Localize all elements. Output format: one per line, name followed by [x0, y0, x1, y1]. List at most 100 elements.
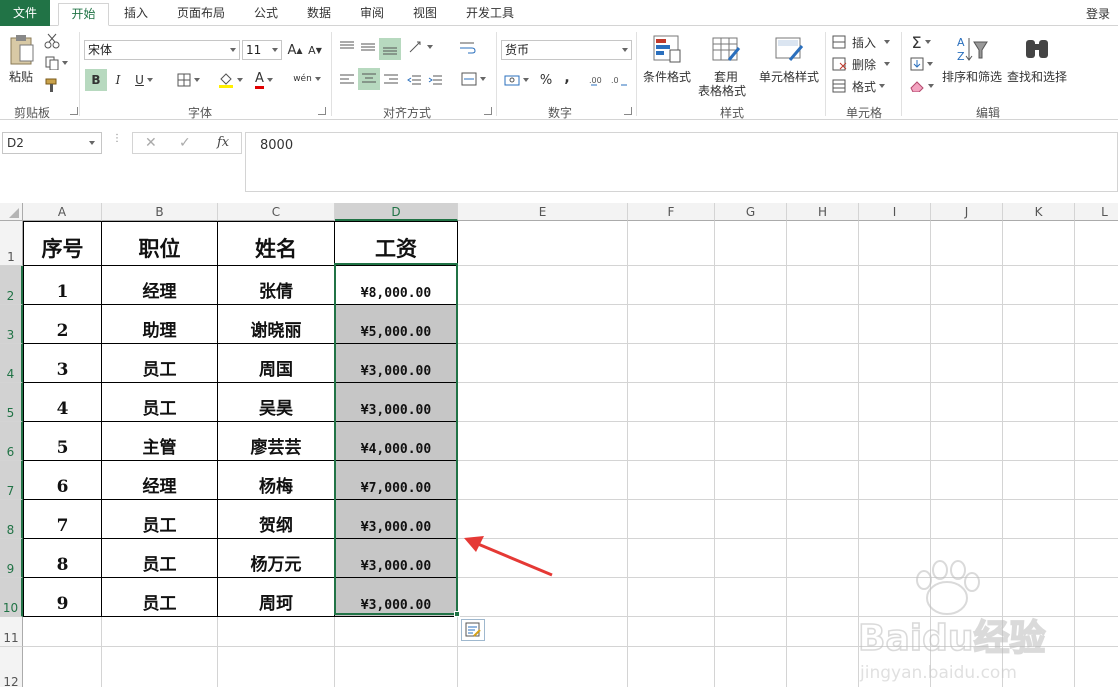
- cell-b11[interactable]: [102, 617, 218, 647]
- cell-l11[interactable]: [1075, 617, 1118, 647]
- cell-l4[interactable]: [1075, 344, 1118, 383]
- cell-k2[interactable]: [1003, 266, 1075, 305]
- increase-decimal-button[interactable]: .00: [588, 69, 608, 91]
- cell-e3[interactable]: [458, 305, 628, 344]
- cell-b1[interactable]: 职位: [102, 221, 218, 266]
- column-header-h[interactable]: H: [787, 203, 859, 221]
- cell-c2[interactable]: 张倩: [218, 266, 335, 305]
- cell-e7[interactable]: [458, 461, 628, 500]
- cell-a8[interactable]: 7: [23, 500, 102, 539]
- cell-a6[interactable]: 5: [23, 422, 102, 461]
- cell-f6[interactable]: [628, 422, 715, 461]
- cell-a1[interactable]: 序号: [23, 221, 102, 266]
- cell-c6[interactable]: 廖芸芸: [218, 422, 335, 461]
- cancel-icon[interactable]: ✕: [145, 135, 157, 151]
- cell-l3[interactable]: [1075, 305, 1118, 344]
- font-size-select[interactable]: 11: [242, 40, 282, 60]
- cell-h1[interactable]: [787, 221, 859, 266]
- cell-e6[interactable]: [458, 422, 628, 461]
- cell-f3[interactable]: [628, 305, 715, 344]
- column-header-k[interactable]: K: [1003, 203, 1075, 221]
- cell-k5[interactable]: [1003, 383, 1075, 422]
- cell-i3[interactable]: [859, 305, 931, 344]
- cell-f12[interactable]: [628, 647, 715, 687]
- cell-d8[interactable]: ¥3,000.00: [335, 500, 458, 539]
- font-launcher[interactable]: [318, 107, 326, 115]
- paste-button[interactable]: [6, 32, 36, 66]
- column-header-b[interactable]: B: [102, 203, 218, 221]
- column-header-d[interactable]: D: [335, 203, 458, 221]
- cell-e2[interactable]: [458, 266, 628, 305]
- cell-f11[interactable]: [628, 617, 715, 647]
- cell-f9[interactable]: [628, 539, 715, 578]
- cell-e12[interactable]: [458, 647, 628, 687]
- formula-input[interactable]: 8000: [245, 132, 1118, 192]
- cell-h5[interactable]: [787, 383, 859, 422]
- tab-formulas[interactable]: 公式: [245, 3, 287, 26]
- column-header-f[interactable]: F: [628, 203, 715, 221]
- row-header-3[interactable]: 3: [0, 305, 23, 344]
- column-header-a[interactable]: A: [23, 203, 102, 221]
- font-name-select[interactable]: 宋体: [84, 40, 240, 60]
- cell-d2[interactable]: ¥8,000.00: [335, 266, 458, 305]
- find-select-button[interactable]: [1020, 32, 1054, 66]
- cell-g2[interactable]: [715, 266, 787, 305]
- row-header-5[interactable]: 5: [0, 383, 23, 422]
- cell-f7[interactable]: [628, 461, 715, 500]
- cell-k7[interactable]: [1003, 461, 1075, 500]
- column-header-c[interactable]: C: [218, 203, 335, 221]
- cell-d3[interactable]: ¥5,000.00: [335, 305, 458, 344]
- cell-c12[interactable]: [218, 647, 335, 687]
- align-bottom-button[interactable]: [379, 38, 401, 60]
- cell-g5[interactable]: [715, 383, 787, 422]
- cell-b7[interactable]: 经理: [102, 461, 218, 500]
- number-launcher[interactable]: [624, 107, 632, 115]
- alignment-launcher[interactable]: [484, 107, 492, 115]
- decrease-indent-button[interactable]: [404, 70, 424, 90]
- cell-l1[interactable]: [1075, 221, 1118, 266]
- cell-c10[interactable]: 周珂: [218, 578, 335, 617]
- column-header-j[interactable]: J: [931, 203, 1003, 221]
- cell-d4[interactable]: ¥3,000.00: [335, 344, 458, 383]
- cell-d12[interactable]: [335, 647, 458, 687]
- cell-h6[interactable]: [787, 422, 859, 461]
- column-header-l[interactable]: L: [1075, 203, 1118, 221]
- tab-home[interactable]: 开始: [58, 3, 109, 26]
- cell-f5[interactable]: [628, 383, 715, 422]
- cell-d11[interactable]: [335, 617, 458, 647]
- cell-k3[interactable]: [1003, 305, 1075, 344]
- cell-a11[interactable]: [23, 617, 102, 647]
- cell-h10[interactable]: [787, 578, 859, 617]
- cell-c3[interactable]: 谢晓丽: [218, 305, 335, 344]
- cell-l8[interactable]: [1075, 500, 1118, 539]
- cell-d6[interactable]: ¥4,000.00: [335, 422, 458, 461]
- insert-cells-button[interactable]: 插入: [832, 33, 896, 51]
- grow-font-button[interactable]: A ▲: [286, 40, 304, 60]
- align-center-button[interactable]: [358, 68, 380, 90]
- font-color-button[interactable]: A: [250, 69, 278, 91]
- column-header-e[interactable]: E: [458, 203, 628, 221]
- cell-g7[interactable]: [715, 461, 787, 500]
- tab-developer[interactable]: 开发工具: [457, 3, 523, 26]
- accounting-format-button[interactable]: [501, 69, 531, 91]
- row-header-1[interactable]: 1: [0, 221, 23, 266]
- cell-j5[interactable]: [931, 383, 1003, 422]
- cell-l9[interactable]: [1075, 539, 1118, 578]
- cell-i7[interactable]: [859, 461, 931, 500]
- align-top-button[interactable]: [337, 38, 357, 56]
- number-format-select[interactable]: 货币: [501, 40, 632, 60]
- cell-b10[interactable]: 员工: [102, 578, 218, 617]
- decrease-decimal-button[interactable]: .0: [610, 69, 630, 91]
- cell-b4[interactable]: 员工: [102, 344, 218, 383]
- cell-a2[interactable]: 1: [23, 266, 102, 305]
- cell-b3[interactable]: 助理: [102, 305, 218, 344]
- cell-h4[interactable]: [787, 344, 859, 383]
- cell-a9[interactable]: 8: [23, 539, 102, 578]
- tab-view[interactable]: 视图: [404, 3, 446, 26]
- tab-review[interactable]: 审阅: [351, 3, 393, 26]
- cell-j2[interactable]: [931, 266, 1003, 305]
- cell-e1[interactable]: [458, 221, 628, 266]
- cell-c8[interactable]: 贺纲: [218, 500, 335, 539]
- column-header-i[interactable]: I: [859, 203, 931, 221]
- cell-e5[interactable]: [458, 383, 628, 422]
